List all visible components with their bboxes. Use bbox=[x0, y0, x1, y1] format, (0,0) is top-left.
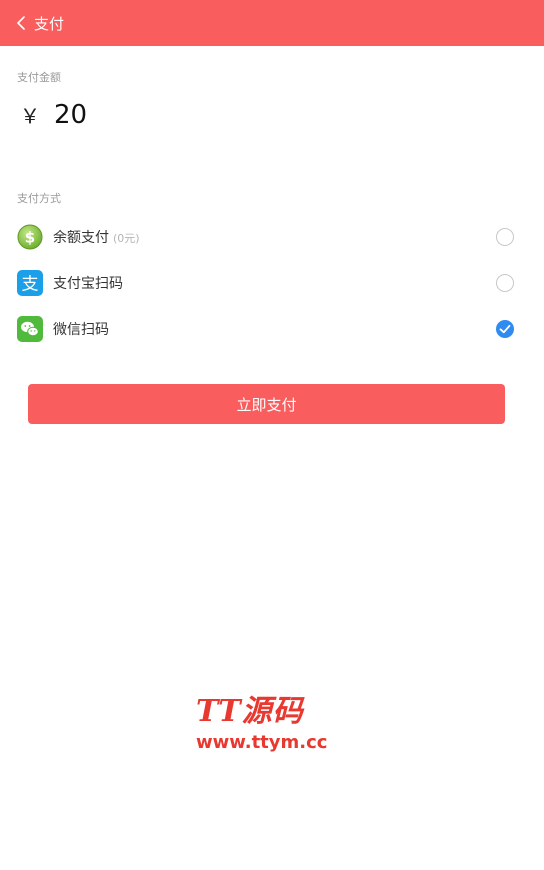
alipay-icon: 支 bbox=[17, 270, 43, 296]
watermark-logo: TT源码 www.ttym.cc bbox=[196, 694, 346, 754]
payment-option-wechat[interactable]: 微信扫码 bbox=[0, 307, 544, 351]
amount-display: ￥ 20 bbox=[20, 100, 87, 130]
balance-amount-note: (0元) bbox=[113, 232, 140, 245]
amount-section-label: 支付金额 bbox=[17, 71, 61, 84]
payment-option-alipay[interactable]: 支 支付宝扫码 bbox=[0, 261, 544, 305]
payment-option-label: 微信扫码 bbox=[53, 322, 109, 338]
payment-option-label: 余额支付 (0元) bbox=[53, 227, 140, 247]
wechat-icon bbox=[17, 316, 43, 342]
balance-label-text: 余额支付 bbox=[53, 230, 109, 246]
balance-coin-icon: $ bbox=[17, 224, 43, 250]
currency-symbol: ￥ bbox=[20, 104, 40, 128]
watermark-url: www.ttym.cc bbox=[196, 732, 328, 753]
radio-balance[interactable] bbox=[496, 228, 514, 246]
amount-value: 20 bbox=[54, 100, 88, 130]
svg-text:$: $ bbox=[25, 229, 35, 247]
payment-option-balance[interactable]: $ 余额支付 (0元) bbox=[0, 215, 544, 259]
svg-text:支: 支 bbox=[22, 275, 39, 295]
pay-now-button[interactable]: 立即支付 bbox=[28, 384, 505, 424]
payment-option-label: 支付宝扫码 bbox=[53, 276, 123, 292]
method-section-label: 支付方式 bbox=[17, 192, 61, 205]
chevron-left-icon[interactable] bbox=[6, 0, 36, 46]
page-title: 支付 bbox=[34, 14, 65, 33]
radio-wechat-checked[interactable] bbox=[496, 320, 514, 338]
check-icon bbox=[499, 324, 511, 334]
watermark-title: TT源码 bbox=[196, 694, 304, 729]
radio-alipay[interactable] bbox=[496, 274, 514, 292]
top-bar: 支付 bbox=[0, 0, 544, 46]
